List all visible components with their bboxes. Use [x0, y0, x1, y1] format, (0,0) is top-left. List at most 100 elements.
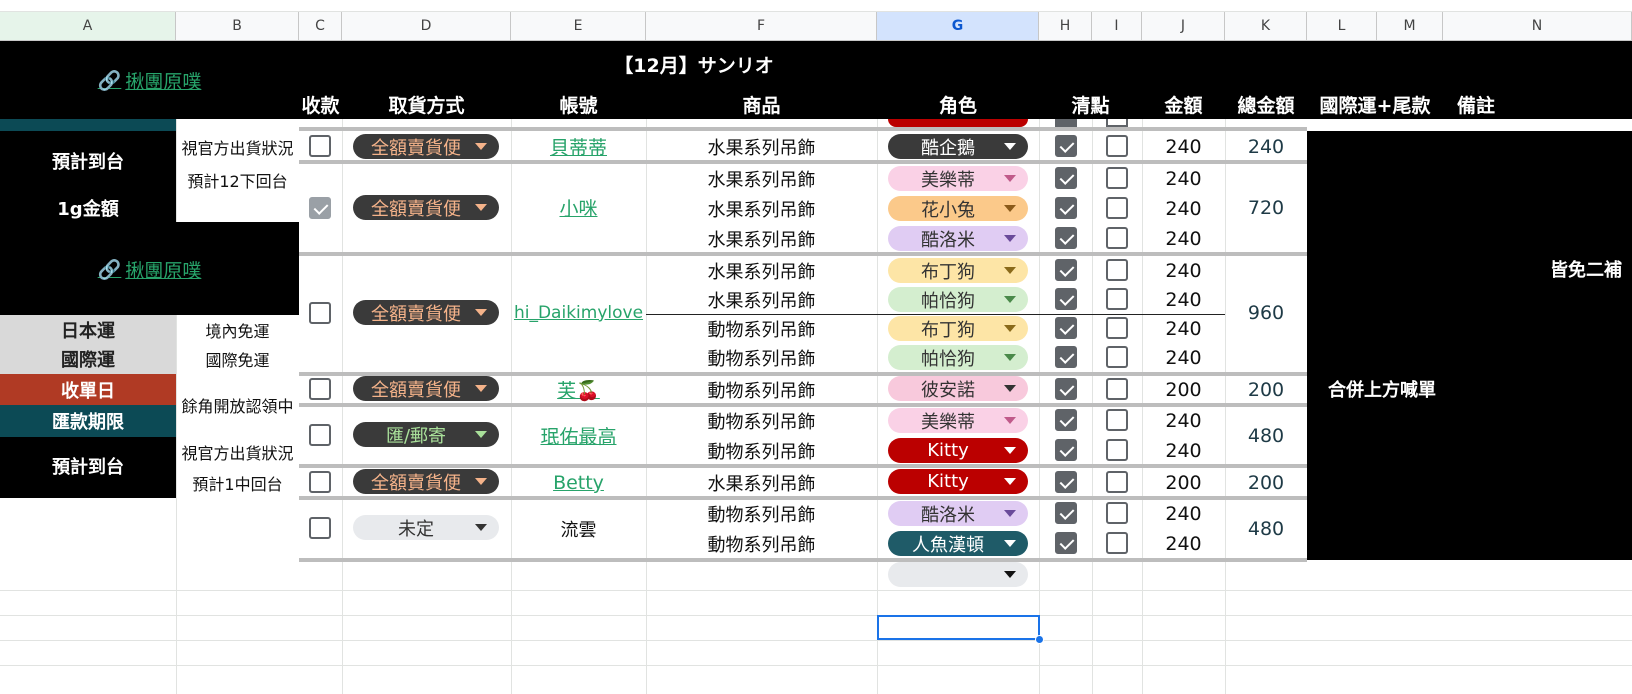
account-link[interactable]: 小咪 — [511, 192, 646, 223]
verify-checkbox[interactable] — [1106, 167, 1128, 189]
paid-checkbox[interactable] — [309, 135, 331, 157]
method-dropdown[interactable]: 全額賣貨便 — [353, 469, 499, 494]
column-header-n[interactable]: N — [1443, 12, 1632, 41]
grid-line — [0, 640, 1632, 641]
account-link[interactable]: 貝蒂蒂 — [511, 131, 646, 162]
role-dropdown[interactable]: 酷洛米 — [888, 501, 1028, 526]
pay-deadline-label: 匯款期限 — [0, 405, 176, 437]
verify-checkbox[interactable] — [1106, 135, 1128, 157]
column-header-f[interactable]: F — [646, 12, 877, 41]
account-link[interactable]: Betty — [511, 467, 646, 498]
account-link[interactable]: 芙🍒 — [511, 374, 646, 405]
column-header-j[interactable]: J — [1142, 12, 1225, 41]
method-dropdown[interactable]: 全額賣貨便 — [353, 195, 499, 220]
role-dropdown[interactable]: 人魚漢頓 — [888, 531, 1028, 556]
selected-cell[interactable] — [877, 615, 1040, 640]
checked-checkbox[interactable] — [1055, 471, 1077, 493]
verify-checkbox[interactable] — [1106, 317, 1128, 339]
account-link[interactable]: 珉佑最高 — [511, 420, 646, 451]
method-dropdown[interactable]: 未定 — [353, 515, 499, 540]
column-header-k[interactable]: K — [1225, 12, 1307, 41]
column-header-i[interactable]: I — [1092, 12, 1142, 41]
column-header-g[interactable]: G — [877, 12, 1039, 41]
column-header-c[interactable]: C — [299, 12, 342, 41]
column-header-l[interactable]: L — [1307, 12, 1377, 41]
role-dropdown[interactable]: 酷企鵝 — [888, 134, 1028, 159]
role-dropdown[interactable]: 布丁狗 — [888, 316, 1028, 341]
method-dropdown[interactable]: 全額賣貨便 — [353, 134, 499, 159]
verify-checkbox[interactable] — [1106, 197, 1128, 219]
checked-checkbox[interactable] — [1055, 378, 1077, 400]
checked-checkbox[interactable] — [1055, 259, 1077, 281]
chevron-down-icon — [475, 478, 487, 485]
empty-role-dropdown[interactable] — [888, 562, 1028, 587]
checked-checkbox[interactable] — [1055, 346, 1077, 368]
checked-checkbox[interactable] — [1055, 532, 1077, 554]
checked-checkbox[interactable] — [1055, 439, 1077, 461]
close-day-label: 收單日 — [0, 374, 176, 405]
column-header-d[interactable]: D — [342, 12, 511, 41]
role-dropdown[interactable]: Kitty — [888, 469, 1028, 494]
paid-checkbox[interactable] — [309, 378, 331, 400]
checked-checkbox[interactable] — [1055, 167, 1077, 189]
verify-checkbox[interactable] — [1106, 227, 1128, 249]
chevron-down-icon — [1004, 540, 1016, 547]
paid-checkbox[interactable] — [309, 424, 331, 446]
verify-checkbox[interactable] — [1106, 288, 1128, 310]
checked-checkbox[interactable] — [1055, 502, 1077, 524]
item-cell: 動物系列吊飾 — [707, 504, 816, 526]
chevron-down-icon — [1004, 143, 1016, 150]
paid-checkbox[interactable] — [309, 517, 331, 539]
verify-checkbox[interactable] — [1106, 502, 1128, 524]
column-header-e[interactable]: E — [511, 12, 646, 41]
checked-checkbox[interactable] — [1055, 227, 1077, 249]
checked-checkbox[interactable] — [1055, 135, 1077, 157]
verify-checkbox[interactable] — [1106, 378, 1128, 400]
chevron-down-icon — [1004, 571, 1016, 578]
group-post-link[interactable]: 🔗 揪團原噗 — [0, 62, 299, 98]
role-dropdown[interactable]: 帕恰狗 — [888, 345, 1028, 370]
chevron-down-icon — [475, 204, 487, 211]
role-dropdown[interactable]: Kitty — [888, 438, 1028, 463]
role-dropdown[interactable]: 花小兔 — [888, 196, 1028, 221]
total-cell: 480 — [1247, 517, 1285, 540]
group-post-link-2[interactable]: 🔗 揪團原噗 — [0, 252, 299, 286]
chevron-down-icon — [1004, 510, 1016, 517]
verify-checkbox[interactable] — [1106, 471, 1128, 493]
fill-handle[interactable] — [1035, 635, 1044, 644]
verify-checkbox[interactable] — [1106, 259, 1128, 281]
role-dropdown[interactable]: 美樂蒂 — [888, 166, 1028, 191]
role-dropdown[interactable]: 美樂蒂 — [888, 408, 1028, 433]
checked-checkbox[interactable] — [1055, 197, 1077, 219]
link-icon: 🔗 — [97, 258, 122, 281]
method-dropdown[interactable]: 全額賣貨便 — [353, 376, 499, 401]
column-header-b[interactable]: B — [176, 12, 299, 41]
method-dropdown[interactable]: 全額賣貨便 — [353, 300, 499, 325]
account-name: 流雲 — [560, 519, 597, 541]
est-dec: 預計12下回台 — [187, 172, 288, 191]
role-dropdown[interactable]: 酷洛米 — [888, 226, 1028, 251]
verify-checkbox[interactable] — [1106, 439, 1128, 461]
paid-checkbox[interactable] — [309, 302, 331, 324]
verify-checkbox[interactable] — [1106, 532, 1128, 554]
checked-checkbox[interactable] — [1055, 409, 1077, 431]
paid-checkbox[interactable] — [309, 197, 331, 219]
jp-ship-value: 境內免運 — [205, 321, 270, 341]
role-dropdown[interactable]: 彼安諾 — [888, 376, 1028, 401]
paid-checkbox[interactable] — [309, 471, 331, 493]
method-dropdown[interactable]: 匯/郵寄 — [353, 422, 499, 447]
verify-checkbox[interactable] — [1106, 346, 1128, 368]
column-header-h[interactable]: H — [1039, 12, 1092, 41]
column-header-a[interactable]: A — [0, 12, 176, 41]
amount-cell: 240 — [1165, 167, 1202, 190]
role-dropdown[interactable]: 帕恰狗 — [888, 287, 1028, 312]
column-header-m[interactable]: M — [1377, 12, 1443, 41]
amount-cell: 240 — [1165, 197, 1202, 220]
chevron-down-icon — [1004, 235, 1016, 242]
checked-checkbox[interactable] — [1055, 288, 1077, 310]
verify-checkbox[interactable] — [1106, 409, 1128, 431]
role-dropdown[interactable]: 布丁狗 — [888, 258, 1028, 283]
checked-checkbox[interactable] — [1055, 317, 1077, 339]
account-link[interactable]: hi_Daikimylove — [511, 297, 646, 328]
header-check: 清點 — [1071, 94, 1110, 117]
